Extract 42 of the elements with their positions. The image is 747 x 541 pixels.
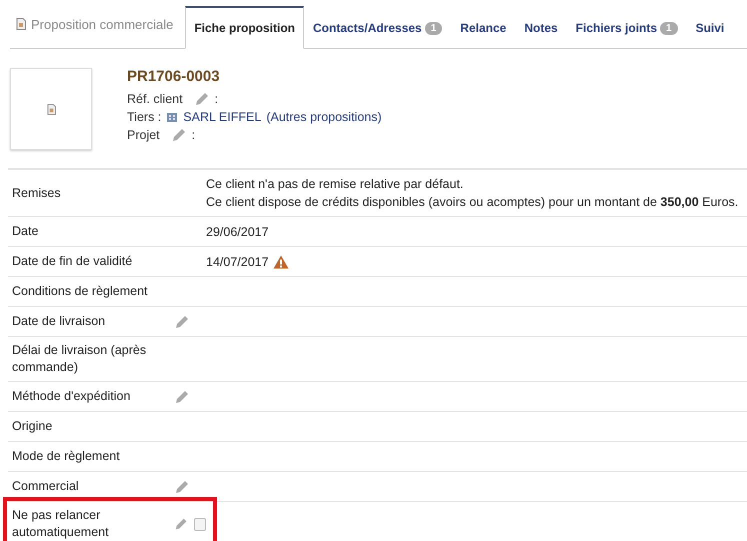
field-label: Réf. client xyxy=(127,92,183,106)
pencil-icon[interactable] xyxy=(194,91,210,107)
document-icon xyxy=(16,18,26,30)
pencil-icon[interactable] xyxy=(174,388,190,404)
tab[interactable]: Fichiers joints 1 xyxy=(566,6,687,49)
checkbox[interactable] xyxy=(194,518,206,530)
pencil-icon[interactable] xyxy=(174,478,190,494)
field-label: Ne pas relancer automatiquement xyxy=(11,507,110,541)
tab[interactable]: Relance xyxy=(451,6,516,49)
field-value: Ce client dispose de crédits disponibles (avoirs ou acomptes) pour un montant de 350,00 Euros. xyxy=(206,194,738,211)
count-badge: 1 xyxy=(660,22,678,34)
field-label: Tiers : xyxy=(127,110,162,124)
tab[interactable]: Contacts/Adresses 1 xyxy=(304,6,452,49)
field-value: Ce client n'a pas de remise relative par défaut. xyxy=(206,176,464,193)
field-label: Date xyxy=(11,223,40,240)
customer-link[interactable]: SARL EIFFEL xyxy=(183,110,262,124)
count-badge: 1 xyxy=(424,22,442,34)
tab[interactable]: Fiche proposition xyxy=(185,6,304,49)
field-label: Délai de livraison (après commande) xyxy=(11,342,148,376)
pencil-icon[interactable] xyxy=(174,314,190,330)
pencil-icon[interactable] xyxy=(170,127,187,143)
field-value: 14/07/2017 xyxy=(206,254,269,270)
field-label: Date de fin de validité xyxy=(11,253,134,270)
field-label: Méthode d'expédition xyxy=(11,388,132,405)
other-proposals-link[interactable]: (Autres propositions) xyxy=(266,110,382,124)
tab[interactable]: Notes xyxy=(515,6,567,49)
field-label: Date de livraison xyxy=(11,313,106,330)
pencil-icon[interactable] xyxy=(174,516,188,532)
proposal-ref: PR1706-0003 xyxy=(127,68,221,85)
document-icon xyxy=(46,104,56,114)
building-icon xyxy=(166,111,178,123)
colon: : xyxy=(214,92,218,106)
field-label: Remises xyxy=(11,184,62,202)
tab[interactable]: Suivi xyxy=(686,6,734,49)
field-label: Commercial xyxy=(11,478,80,495)
page-title: Proposition commerciale xyxy=(31,16,174,32)
field-label: Mode de règlement xyxy=(11,448,121,465)
field-label: Origine xyxy=(11,418,54,435)
colon: : xyxy=(192,128,196,142)
field-label: Conditions de règlement xyxy=(11,283,148,300)
field-value: 29/06/2017 xyxy=(206,224,269,240)
field-label: Projet xyxy=(127,128,160,142)
